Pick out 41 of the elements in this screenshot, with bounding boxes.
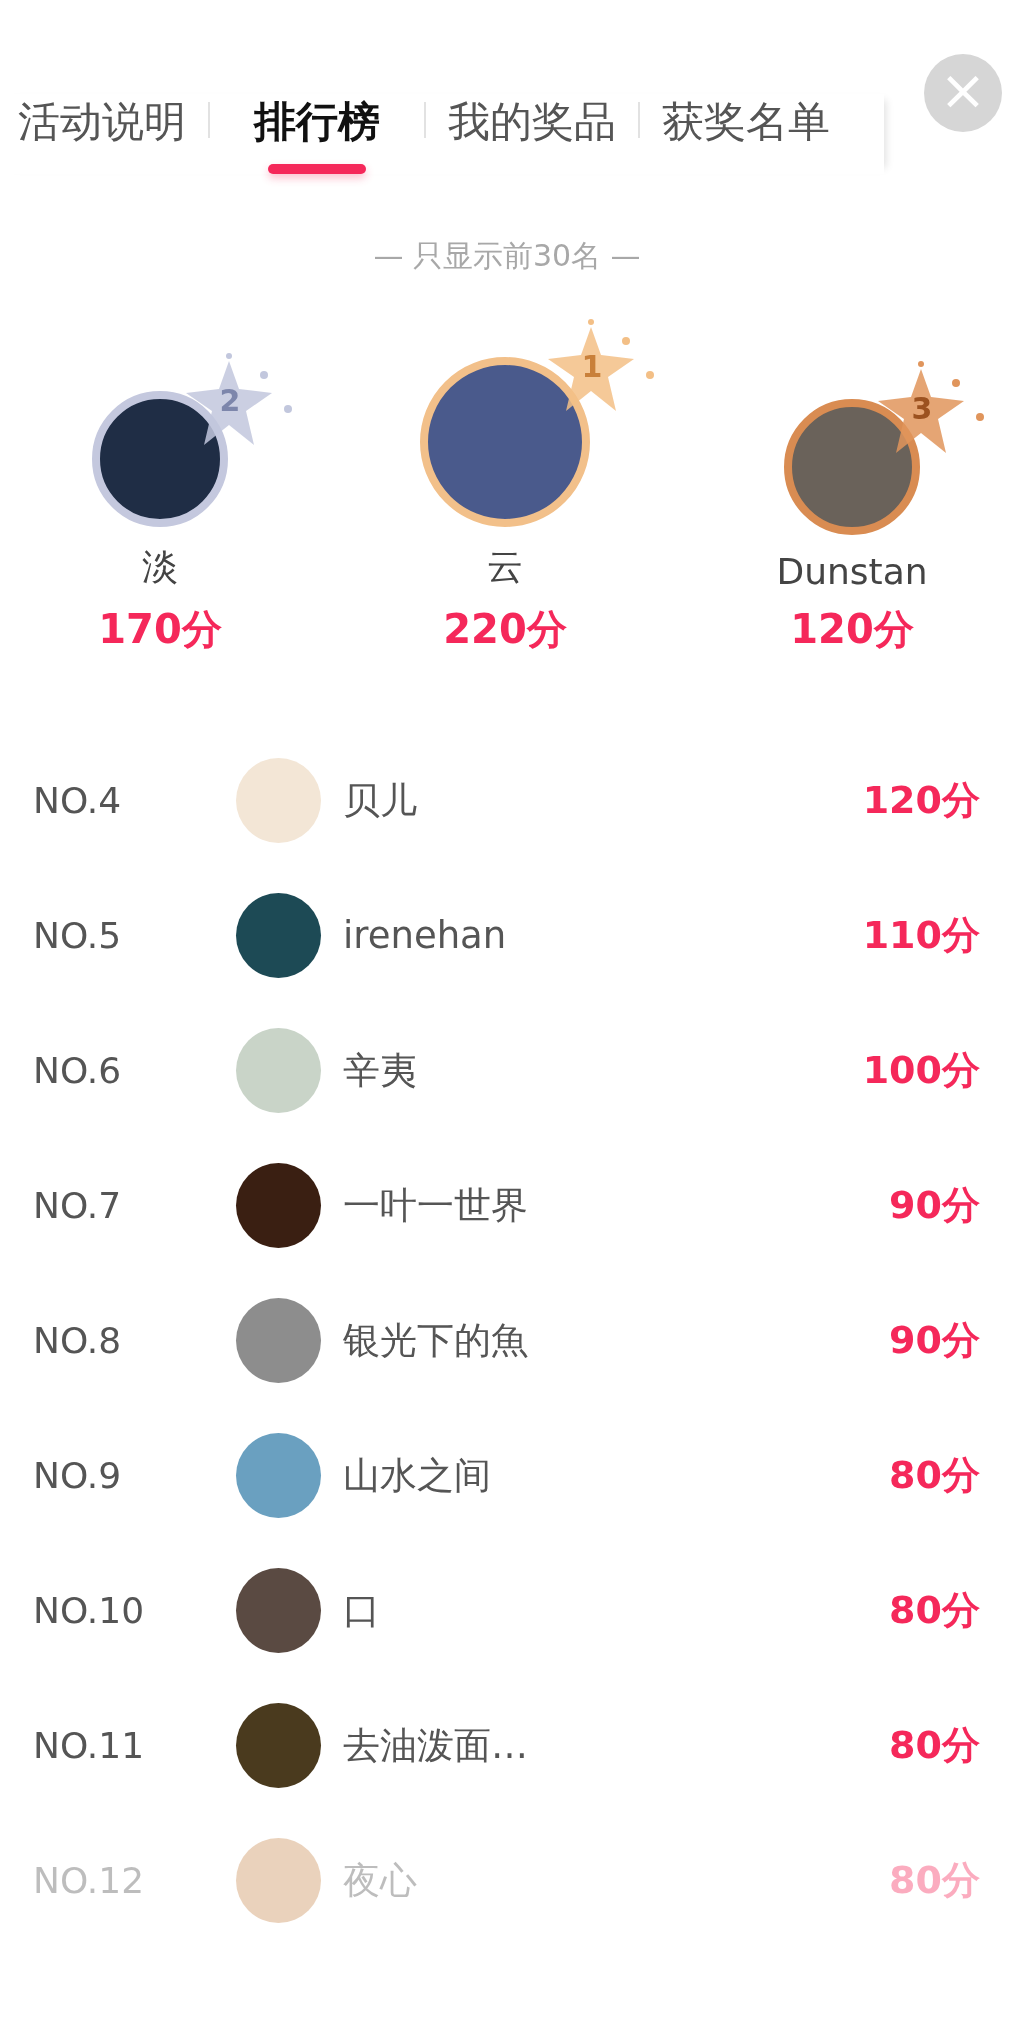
- score: 120分: [790, 605, 914, 654]
- user-name: irenehan: [343, 914, 508, 957]
- score: 100分: [862, 1047, 980, 1094]
- score: 120分: [862, 777, 980, 824]
- score: 80分: [889, 1857, 980, 1904]
- rank-label: NO.11: [33, 1725, 146, 1766]
- user-name: 银光下的魚: [343, 1317, 529, 1364]
- user-name: 淡: [142, 545, 178, 589]
- user-name: 口: [343, 1587, 381, 1634]
- notice-text: — 只显示前30名 —: [372, 237, 642, 275]
- score: 80分: [889, 1722, 980, 1769]
- user-name: 山水之间: [343, 1452, 492, 1499]
- rank-label: NO.10: [33, 1590, 146, 1631]
- rank-label: NO.4: [33, 780, 123, 821]
- user-name: 一叶一世界: [343, 1182, 529, 1229]
- tab[interactable]: 排行榜: [210, 94, 424, 174]
- score: 80分: [889, 1452, 980, 1499]
- tab[interactable]: 我的奖品: [426, 94, 638, 174]
- rank-label: NO.7: [33, 1185, 123, 1226]
- score: 80分: [889, 1587, 980, 1634]
- score: 110分: [862, 912, 980, 959]
- rank-number: 3: [910, 391, 934, 426]
- user-name: 贝儿: [343, 777, 418, 824]
- rank-label: NO.5: [33, 915, 123, 956]
- user-name: 去油泼面…: [343, 1722, 529, 1769]
- score: 220分: [443, 605, 567, 654]
- rank-number: 1: [580, 349, 604, 384]
- score: 170分: [98, 605, 222, 654]
- rank-label: NO.6: [33, 1050, 123, 1091]
- rank-label: NO.9: [33, 1455, 123, 1496]
- rank-label: NO.12: [33, 1860, 146, 1901]
- score: 90分: [889, 1317, 980, 1364]
- user-name: 夜心: [343, 1857, 418, 1904]
- tab[interactable]: 获奖名单: [640, 94, 852, 174]
- user-name: 辛夷: [343, 1047, 418, 1094]
- user-name: Dunstan: [776, 551, 928, 592]
- rank-number: 2: [218, 383, 242, 418]
- rank-label: NO.8: [33, 1320, 123, 1361]
- score: 90分: [889, 1182, 980, 1229]
- user-name: 云: [487, 545, 523, 589]
- tab[interactable]: 活动说明: [0, 94, 208, 174]
